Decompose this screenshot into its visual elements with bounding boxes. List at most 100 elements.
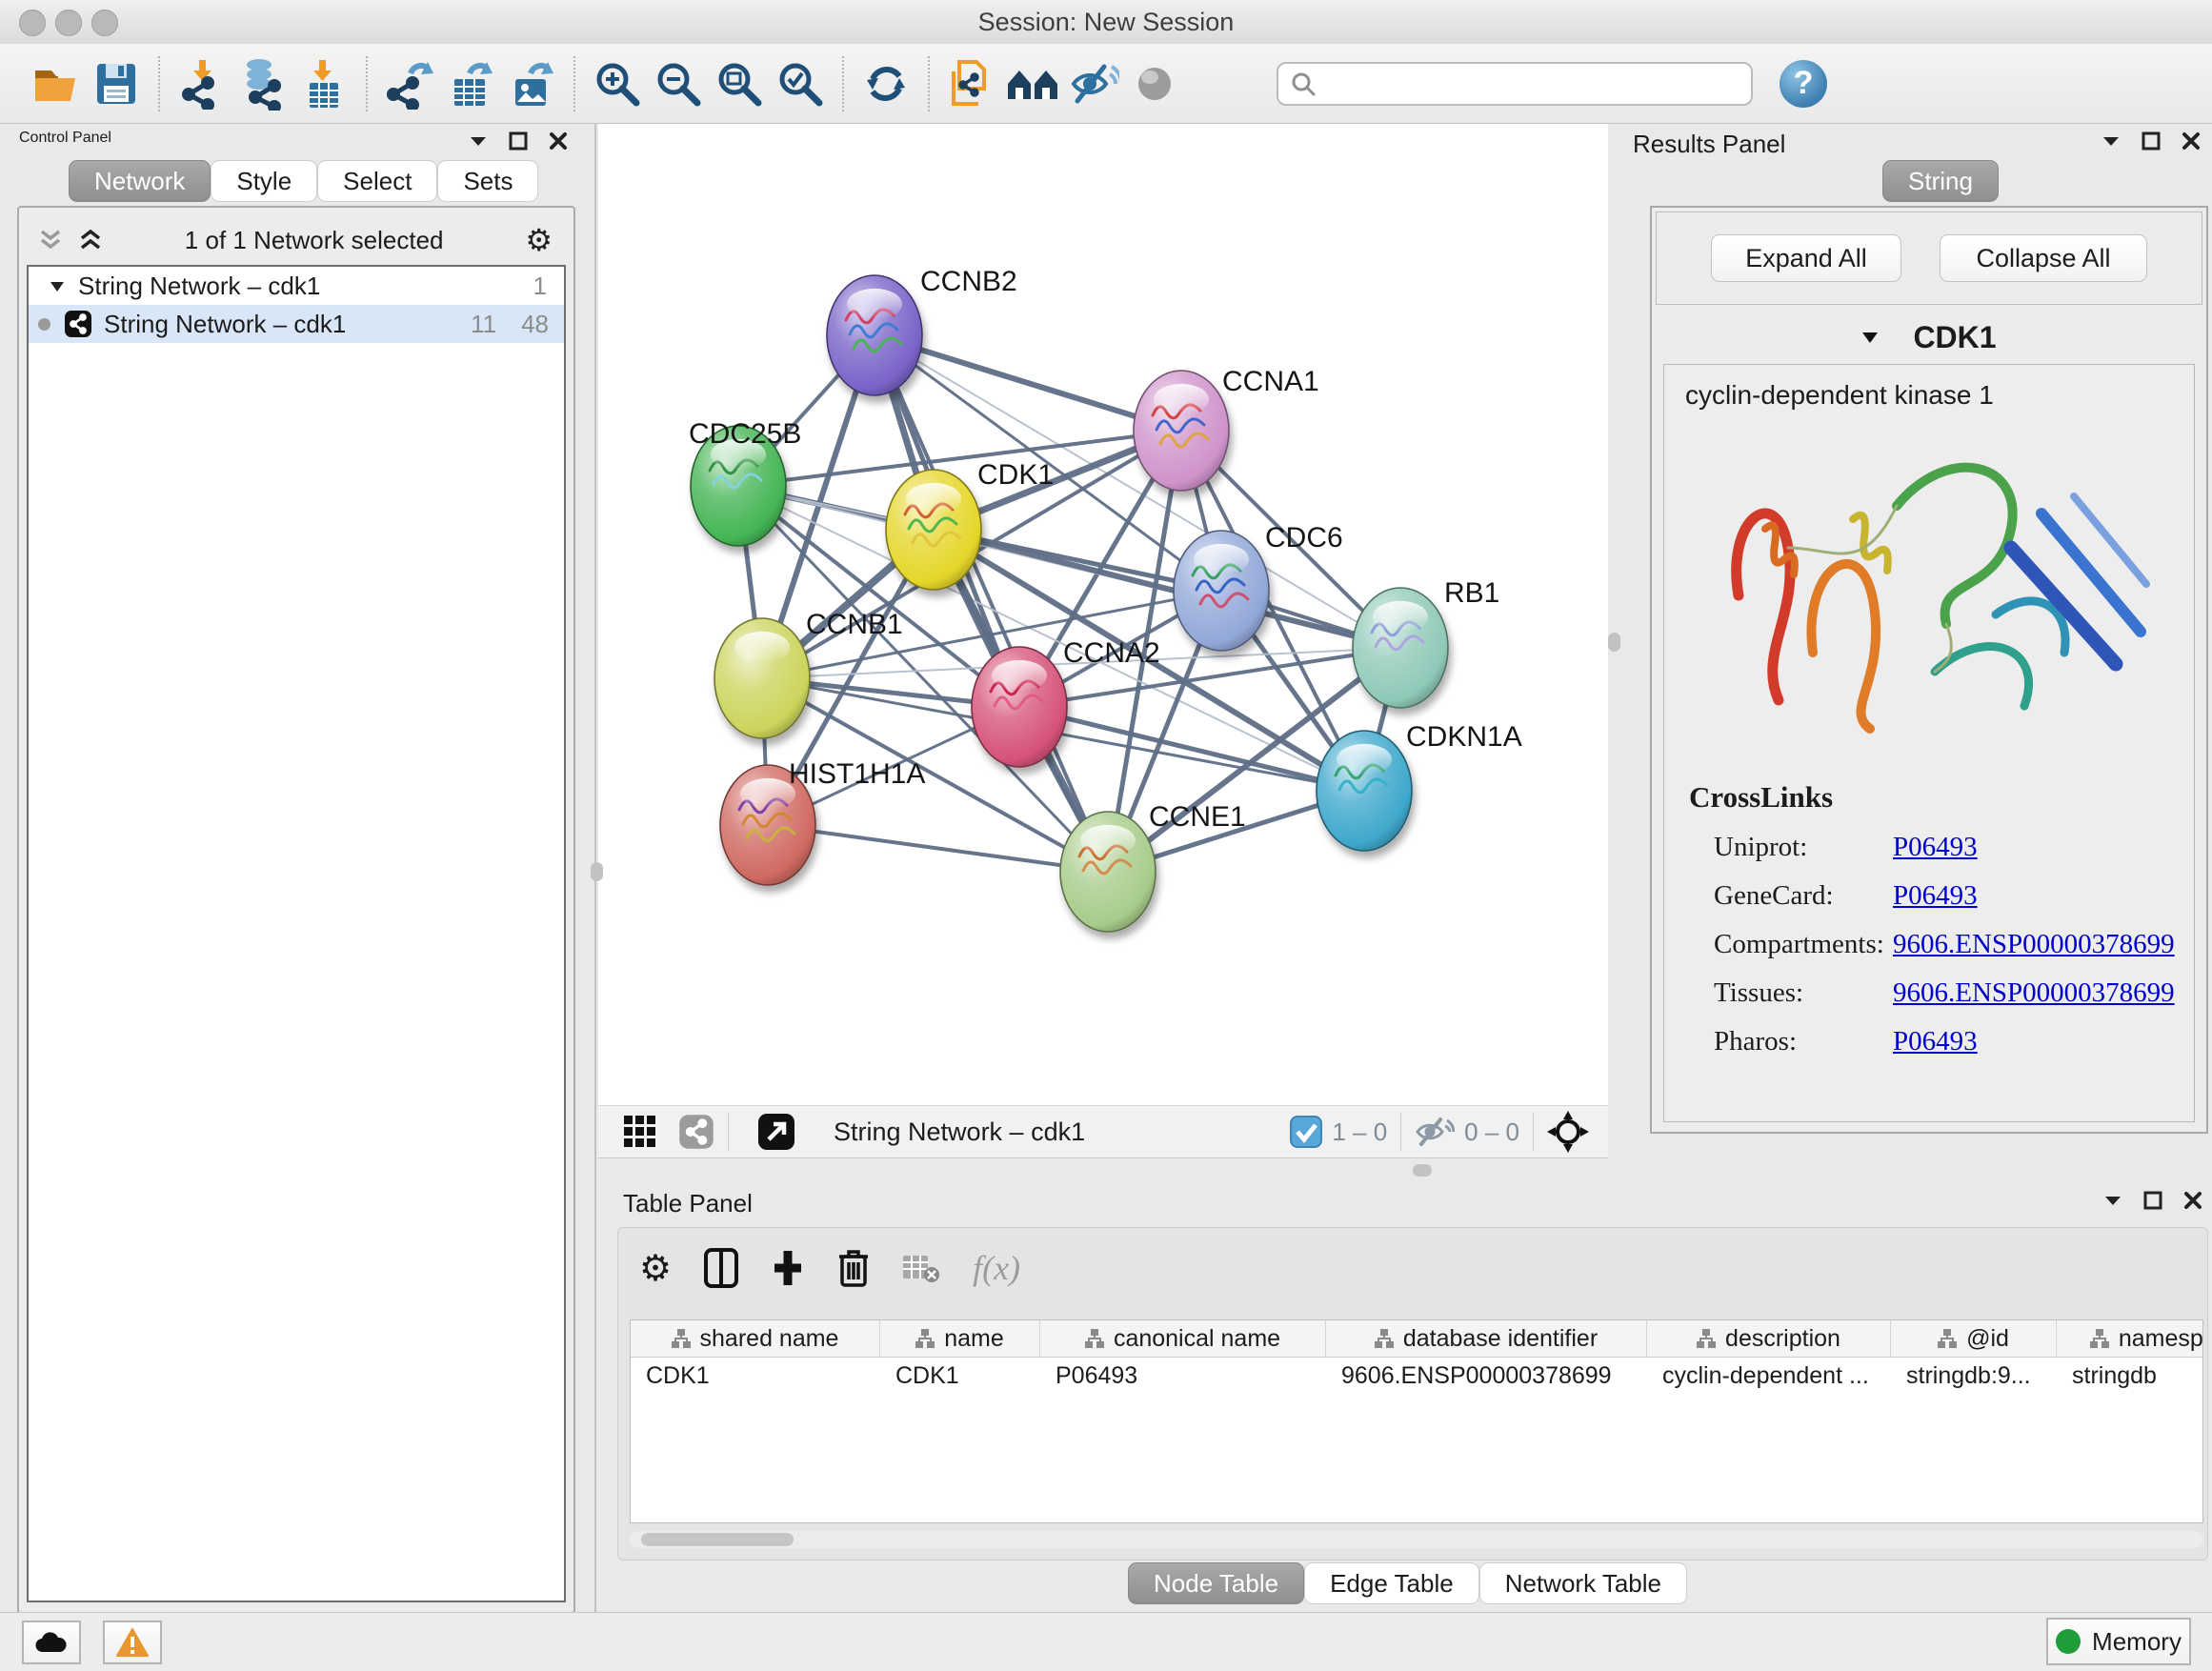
crosslink-link[interactable]: P06493 — [1893, 880, 1978, 912]
tab-style[interactable]: Style — [211, 160, 317, 202]
network-node-ccnb2[interactable]: CCNB2 — [827, 266, 1017, 395]
column-header-description[interactable]: description — [1647, 1320, 1891, 1357]
table-horizontal-scrollbar[interactable] — [630, 1531, 2203, 1548]
column-header-canonical-name[interactable]: canonical name — [1040, 1320, 1326, 1357]
network-options-gear-icon[interactable]: ⚙ — [525, 222, 553, 258]
tab-string[interactable]: String — [1882, 160, 1999, 202]
collapse-all-networks-icon[interactable] — [38, 229, 63, 252]
expand-all-button[interactable]: Expand All — [1711, 234, 1901, 282]
network-edge-ccnb2-ccne1[interactable] — [875, 335, 1108, 872]
network-edge-hist1h1a-ccne1[interactable] — [768, 825, 1108, 872]
table-cell[interactable]: 9606.ENSP00000378699 — [1326, 1358, 1647, 1394]
left-splitter-handle[interactable] — [591, 862, 603, 881]
tree-expander-icon[interactable] — [50, 280, 65, 292]
refresh-icon[interactable] — [855, 53, 916, 114]
memory-button[interactable]: Memory — [2046, 1618, 2191, 1665]
network-node-ccna1[interactable]: CCNA1 — [1134, 366, 1319, 491]
search-input[interactable] — [1277, 62, 1753, 106]
function-builder-icon[interactable]: f(x) — [973, 1248, 1020, 1288]
hide-selected-icon[interactable] — [1063, 53, 1124, 114]
panel-float-icon[interactable] — [2142, 131, 2161, 151]
help-icon[interactable]: ? — [1780, 60, 1827, 108]
table-cell[interactable]: P06493 — [1040, 1358, 1326, 1394]
crosslink-link[interactable]: 9606.ENSP00000378699 — [1893, 977, 2175, 1009]
column-header--id[interactable]: @id — [1891, 1320, 2057, 1357]
panel-close-icon[interactable] — [2182, 131, 2201, 151]
network-node-ccne1[interactable]: CCNE1 — [1060, 801, 1246, 932]
first-neighbors-icon[interactable] — [1002, 53, 1063, 114]
table-cell[interactable]: CDK1 — [631, 1358, 880, 1394]
warning-status-button[interactable] — [103, 1621, 162, 1664]
network-node-cdkn1a[interactable]: CDKN1A — [1317, 721, 1522, 851]
panel-menu-icon[interactable] — [2103, 1194, 2122, 1207]
import-table-icon[interactable] — [293, 53, 354, 114]
expand-all-networks-icon[interactable] — [78, 229, 103, 252]
export-table-icon[interactable] — [440, 53, 501, 114]
panel-menu-icon[interactable] — [2101, 134, 2121, 148]
export-network-icon[interactable] — [379, 53, 440, 114]
crosslink-link[interactable]: P06493 — [1893, 1026, 1978, 1057]
import-network-file-icon[interactable] — [171, 53, 232, 114]
crosslinks-title: CrossLinks — [1689, 780, 2175, 815]
node-entry-header[interactable]: CDK1 — [1656, 314, 2202, 360]
column-header-database-identifier[interactable]: database identifier — [1326, 1320, 1647, 1357]
column-header-shared-name[interactable]: shared name — [631, 1320, 880, 1357]
crosslink-link[interactable]: P06493 — [1893, 832, 1978, 863]
network-tree-root-row[interactable]: String Network – cdk1 1 — [29, 267, 564, 305]
zoom-out-icon[interactable] — [648, 53, 709, 114]
network-canvas[interactable]: CCNB2CCNA1CDC25BCDK1CDC6RB1CCNB1CCNA2CDK… — [598, 124, 1608, 1105]
panel-float-icon[interactable] — [509, 131, 528, 151]
tab-sets[interactable]: Sets — [437, 160, 538, 202]
create-column-icon[interactable] — [771, 1249, 805, 1287]
network-node-cdc6[interactable]: CDC6 — [1174, 522, 1343, 651]
save-session-icon[interactable] — [86, 53, 147, 114]
column-header-namespace[interactable]: namespace — [2057, 1320, 2203, 1357]
tab-node-table[interactable]: Node Table — [1128, 1562, 1304, 1604]
export-image-icon[interactable] — [501, 53, 562, 114]
show-columns-icon[interactable] — [704, 1248, 738, 1288]
view-network-badge-icon[interactable] — [678, 1114, 714, 1150]
bottom-splitter-handle[interactable] — [1413, 1164, 1432, 1177]
panel-float-icon[interactable] — [2143, 1191, 2162, 1210]
table-cell[interactable]: stringdb — [2057, 1358, 2203, 1394]
delete-column-icon[interactable] — [837, 1248, 870, 1288]
right-splitter-handle[interactable] — [1608, 633, 1620, 652]
show-all-icon[interactable] — [1124, 53, 1185, 114]
zoom-fit-icon[interactable] — [709, 53, 770, 114]
table-row[interactable]: CDK1CDK1P064939606.ENSP00000378699cyclin… — [631, 1358, 2202, 1394]
column-header-name[interactable]: name — [880, 1320, 1040, 1357]
show-grid-icon[interactable] — [623, 1115, 657, 1149]
tab-select[interactable]: Select — [317, 160, 437, 202]
table-cell[interactable]: cyclin-dependent ... — [1647, 1358, 1891, 1394]
network-node-label: CCNB1 — [806, 609, 903, 640]
network-node-rb1[interactable]: RB1 — [1353, 577, 1499, 708]
table-cell[interactable]: CDK1 — [880, 1358, 1040, 1394]
scrollbar-thumb[interactable] — [641, 1533, 794, 1546]
detach-view-icon[interactable] — [757, 1113, 795, 1151]
birds-eye-view-icon[interactable] — [1547, 1111, 1589, 1153]
tab-network-table[interactable]: Network Table — [1479, 1562, 1687, 1604]
network-node-cdc25b[interactable]: CDC25B — [689, 418, 801, 546]
open-session-icon[interactable] — [25, 53, 86, 114]
selected-checkbox-icon[interactable] — [1290, 1116, 1322, 1148]
hidden-eye-icon[interactable] — [1415, 1116, 1455, 1148]
cloud-status-button[interactable] — [22, 1621, 81, 1664]
import-network-database-icon[interactable] — [232, 53, 293, 114]
panel-menu-icon[interactable] — [469, 134, 488, 148]
zoom-in-icon[interactable] — [587, 53, 648, 114]
table-options-gear-icon[interactable]: ⚙ — [639, 1247, 672, 1290]
panel-close-icon[interactable] — [549, 131, 568, 151]
delete-table-icon[interactable] — [902, 1252, 940, 1284]
tab-network[interactable]: Network — [69, 160, 211, 202]
network-node-cdk1[interactable]: CDK1 — [886, 459, 1054, 590]
panel-close-icon[interactable] — [2183, 1191, 2202, 1210]
zoom-selected-icon[interactable] — [770, 53, 831, 114]
entry-expander-icon[interactable] — [1861, 331, 1879, 344]
collapse-all-button[interactable]: Collapse All — [1940, 234, 2147, 282]
network-tree-row-selected[interactable]: String Network – cdk1 11 48 — [29, 305, 564, 343]
crosslink-link[interactable]: 9606.ENSP00000378699 — [1893, 929, 2175, 960]
clone-network-icon[interactable] — [941, 53, 1002, 114]
network-node-hist1h1a[interactable]: HIST1H1A — [720, 758, 925, 885]
tab-edge-table[interactable]: Edge Table — [1304, 1562, 1479, 1604]
table-cell[interactable]: stringdb:9... — [1891, 1358, 2057, 1394]
